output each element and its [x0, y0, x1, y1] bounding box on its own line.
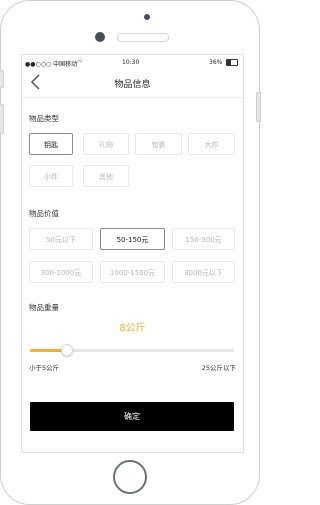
- weight-min-label: 小于5公斤: [29, 364, 60, 372]
- status-time: 10:30: [122, 59, 140, 66]
- earpiece-speaker: [117, 33, 169, 42]
- type-option-keys[interactable]: 钥匙: [29, 133, 73, 155]
- item-weight-label: 物品重量: [29, 303, 59, 312]
- value-option-50-150[interactable]: 50-150元: [100, 228, 165, 250]
- item-value-label: 物品价值: [29, 209, 59, 218]
- volume-up-button: [0, 104, 4, 134]
- weight-max-label: 25公斤以下: [201, 364, 236, 372]
- battery-percent: 36%: [209, 59, 223, 66]
- type-option-package[interactable]: 包裹: [135, 133, 182, 155]
- battery-icon: [226, 59, 238, 66]
- proximity-sensor: [144, 14, 150, 20]
- value-option-under-3000[interactable]: 3000元以下: [172, 261, 235, 283]
- phone-frame: ●●○○○ 中国移动 ◠ 10:30 36% 物品信息 物品类型 钥匙 礼物 包…: [0, 0, 260, 505]
- carrier-label: ●●○○○ 中国移动: [25, 61, 78, 68]
- page-title: 物品信息: [114, 80, 151, 90]
- power-button: [256, 92, 261, 122]
- confirm-button[interactable]: 确定: [30, 402, 234, 431]
- value-option-300-1000[interactable]: 300-1000元: [29, 261, 93, 283]
- wifi-icon: ◠: [77, 59, 83, 66]
- front-camera: [95, 32, 105, 42]
- weight-value: 8公斤: [119, 323, 146, 334]
- value-option-under-50[interactable]: 50元以下: [29, 228, 93, 250]
- app-screen: ●●○○○ 中国移动 ◠ 10:30 36% 物品信息 物品类型 钥匙 礼物 包…: [21, 54, 244, 453]
- weight-slider-handle[interactable]: [61, 344, 73, 356]
- type-option-gift[interactable]: 礼物: [83, 133, 129, 155]
- value-option-150-300[interactable]: 150-300元: [172, 228, 235, 250]
- status-bar: ●●○○○ 中国移动 ◠ 10:30 36%: [22, 55, 243, 69]
- type-option-other[interactable]: 其他: [83, 165, 129, 187]
- type-option-small[interactable]: 小件: [29, 165, 73, 187]
- item-type-label: 物品类型: [29, 114, 59, 123]
- mute-switch: [0, 70, 4, 88]
- type-option-large[interactable]: 大件: [188, 133, 235, 155]
- value-option-1000-1500[interactable]: 1000-1500元: [100, 261, 165, 283]
- navigation-bar: 物品信息: [22, 69, 243, 98]
- home-button[interactable]: [113, 460, 147, 494]
